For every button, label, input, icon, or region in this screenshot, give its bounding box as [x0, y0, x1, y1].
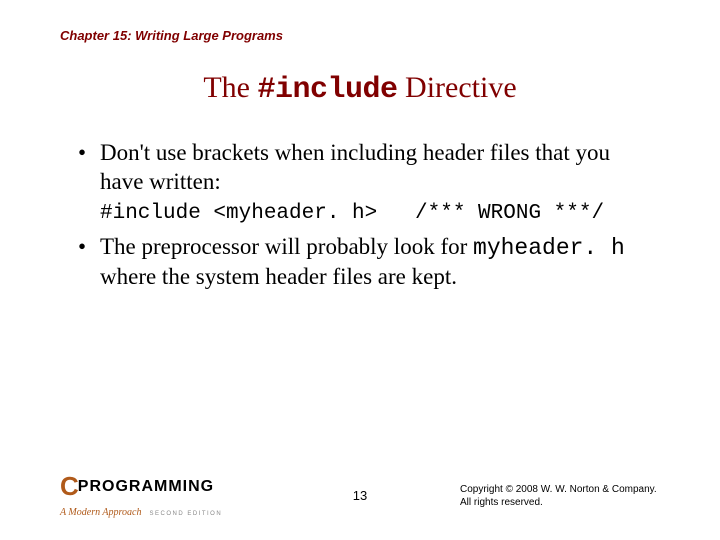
logo-bottom-row: A Modern Approach SECOND EDITION	[60, 502, 222, 520]
title-code: #include	[258, 73, 398, 107]
chapter-label: Chapter 15: Writing Large Programs	[60, 28, 660, 43]
bullet1-text: Don't use brackets when including header…	[100, 140, 610, 194]
bullet2-code: myheader. h	[473, 235, 625, 261]
bullet2-post: where the system header files are kept.	[100, 264, 457, 289]
logo-subtitle: A Modern Approach	[60, 507, 141, 518]
title-post: Directive	[398, 71, 517, 104]
title-pre: The	[203, 71, 257, 104]
bullet-list: Don't use brackets when including header…	[60, 139, 660, 291]
slide-title: The #include Directive	[60, 71, 660, 107]
footer: C PROGRAMMING A Modern Approach SECOND E…	[0, 471, 720, 520]
code-example: #include <myheader. h> /*** WRONG ***/	[100, 201, 650, 227]
logo-edition: SECOND EDITION	[149, 511, 222, 517]
bullet-item-2: The preprocessor will probably look for …	[78, 233, 650, 292]
bullet2-pre: The preprocessor will probably look for	[100, 234, 473, 259]
bullet-item-1: Don't use brackets when including header…	[78, 139, 650, 227]
page-number: 13	[0, 488, 720, 503]
